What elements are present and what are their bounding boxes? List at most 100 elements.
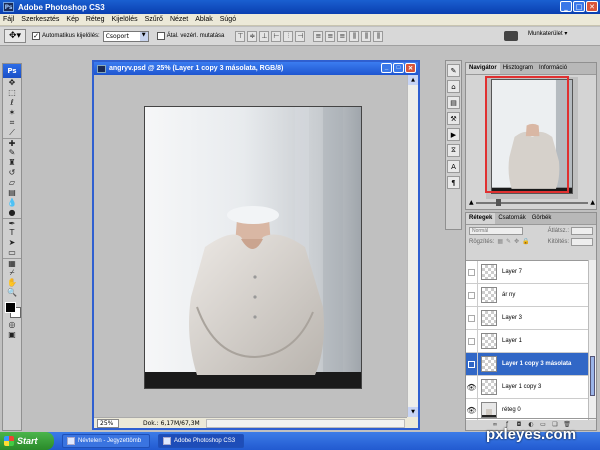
document-size-info[interactable]: Dok.: 6,17M/67,3M — [143, 420, 200, 427]
tab-curves[interactable]: Görbék — [529, 213, 555, 224]
zoom-in-icon[interactable]: ▲ — [590, 199, 595, 206]
align-top-icon[interactable]: ⊤ — [235, 30, 246, 42]
crop-tool-icon[interactable]: ⌗ — [3, 118, 21, 128]
layer-visibility-toggle[interactable] — [466, 283, 478, 307]
menu-select[interactable]: Kijelölés — [112, 16, 138, 23]
layer-row[interactable]: Layer 1 copy 3 másolata — [466, 352, 590, 376]
layer-visibility-toggle[interactable] — [466, 261, 478, 284]
layer-row[interactable]: Layer 3 — [466, 306, 590, 330]
layer-row[interactable]: 👁 Layer 1 copy 3 — [466, 375, 590, 399]
align-left-icon[interactable]: ⊢ — [271, 30, 282, 42]
tab-info[interactable]: Információ — [536, 63, 570, 74]
lasso-tool-icon[interactable]: ℓ — [3, 98, 21, 108]
menu-view[interactable]: Nézet — [170, 16, 188, 23]
zoom-level-field[interactable]: 25% — [97, 418, 119, 428]
move-tool-icon[interactable]: ✥ — [3, 78, 21, 88]
document-close-button[interactable]: ✕ — [405, 63, 416, 73]
layer-visibility-toggle[interactable]: 👁 — [466, 375, 478, 399]
actions-panel-icon[interactable]: ▶ — [447, 128, 460, 141]
history-panel-icon[interactable]: ⧖ — [447, 144, 460, 157]
tab-histogram[interactable]: Hisztogram — [500, 63, 536, 74]
navigator-preview[interactable] — [485, 76, 578, 199]
show-transform-checkbox[interactable] — [156, 32, 165, 40]
taskbar-item-photoshop[interactable]: Adobe Photoshop CS3 — [158, 434, 245, 448]
menu-edit[interactable]: Szerkesztés — [21, 16, 59, 23]
distribute-bottom-icon[interactable]: ≡ — [337, 30, 348, 42]
canvas-area[interactable] — [94, 75, 407, 417]
minimize-button[interactable]: _ — [560, 1, 572, 12]
eraser-tool-icon[interactable]: ▱ — [3, 178, 21, 188]
document-canvas-photo[interactable] — [144, 106, 362, 389]
paragraph-panel-icon[interactable]: ¶ — [447, 176, 460, 189]
pen-tool-icon[interactable]: ✒ — [3, 218, 21, 228]
tab-layers[interactable]: Rétegek — [466, 213, 496, 224]
layers-scrollbar-thumb[interactable] — [590, 356, 595, 396]
character-panel-icon[interactable]: A — [447, 160, 460, 173]
document-horizontal-scrollbar[interactable] — [205, 418, 405, 428]
auto-select-dropdown[interactable]: Csoport ▼ — [102, 30, 149, 42]
workspace-menu[interactable]: Munkaterület ▾ — [528, 30, 567, 37]
distribute-top-icon[interactable]: ≡ — [313, 30, 324, 42]
align-bottom-icon[interactable]: ⊥ — [259, 30, 270, 42]
document-minimize-button[interactable]: _ — [381, 63, 392, 73]
layer-row[interactable]: ár ny — [466, 283, 590, 307]
notes-tool-icon[interactable]: ▦ — [3, 258, 21, 268]
zoom-tool-icon[interactable]: 🔍 — [3, 288, 21, 298]
layer-visibility-toggle[interactable]: 👁 — [466, 398, 478, 420]
marquee-tool-icon[interactable]: ⬚ — [3, 88, 21, 98]
taskbar-item-notepad[interactable]: Névtelen - Jegyzettömb — [62, 434, 151, 448]
lock-position-icon[interactable]: ✥ — [514, 238, 519, 245]
navigator-view-box[interactable] — [485, 76, 569, 193]
lock-transparency-icon[interactable]: ▦ — [497, 238, 503, 245]
align-right-icon[interactable]: ⊣ — [295, 30, 306, 42]
magic-wand-tool-icon[interactable]: ✶ — [3, 108, 21, 118]
fill-field[interactable] — [571, 237, 593, 246]
layer-comps-panel-icon[interactable]: ▤ — [447, 96, 460, 109]
lock-all-icon[interactable]: 🔒 — [522, 238, 529, 245]
tool-presets-panel-icon[interactable]: ⌂ — [447, 80, 460, 93]
close-button[interactable]: ✕ — [586, 1, 598, 12]
menu-window[interactable]: Ablak — [195, 16, 213, 23]
distribute-hcenter-icon[interactable]: ⫼ — [361, 30, 372, 42]
clone-stamp-tool-icon[interactable]: ♜ — [3, 158, 21, 168]
quick-mask-icon[interactable]: ◎ — [3, 320, 21, 330]
blur-tool-icon[interactable]: 💧 — [3, 198, 21, 208]
hand-tool-icon[interactable]: ✋ — [3, 278, 21, 288]
align-vcenter-icon[interactable]: ≑ — [247, 30, 258, 42]
document-vertical-scrollbar[interactable]: ▲ ▼ — [407, 75, 418, 417]
distribute-right-icon[interactable]: ⫼ — [373, 30, 384, 42]
align-hcenter-icon[interactable]: ⫶ — [283, 30, 294, 42]
menu-image[interactable]: Kép — [66, 16, 78, 23]
layer-visibility-toggle[interactable] — [466, 329, 478, 353]
document-maximize-button[interactable]: □ — [393, 63, 404, 73]
brushes-panel-icon[interactable]: ✎ — [447, 64, 460, 77]
dodge-tool-icon[interactable]: ● — [3, 208, 21, 218]
slice-tool-icon[interactable]: ⟋ — [3, 128, 21, 138]
navigator-zoom-slider[interactable] — [475, 198, 589, 206]
tab-navigator[interactable]: Navigátor — [466, 63, 500, 74]
start-button[interactable]: Start — [0, 432, 54, 450]
shape-tool-icon[interactable]: ▭ — [3, 248, 21, 258]
menu-file[interactable]: Fájl — [3, 16, 14, 23]
navigator-zoom-slider-knob[interactable] — [495, 198, 501, 206]
layers-scrollbar[interactable] — [588, 260, 596, 420]
layer-row[interactable]: Layer 7 — [466, 261, 590, 284]
foreground-color-swatch[interactable] — [5, 302, 16, 313]
move-tool-preset-picker[interactable]: ✥▾ — [4, 29, 26, 43]
zoom-out-icon[interactable]: ▲ — [469, 199, 474, 206]
type-tool-icon[interactable]: T — [3, 228, 21, 238]
layer-visibility-toggle[interactable] — [466, 306, 478, 330]
history-brush-tool-icon[interactable]: ↺ — [3, 168, 21, 178]
layer-visibility-toggle[interactable] — [466, 352, 478, 376]
eyedropper-tool-icon[interactable]: ⌿ — [3, 268, 21, 278]
scroll-down-arrow-icon[interactable]: ▼ — [408, 407, 418, 417]
workspace-icon[interactable] — [504, 31, 518, 41]
opacity-field[interactable] — [571, 226, 593, 235]
screen-mode-icon[interactable]: ▣ — [3, 330, 21, 340]
auto-select-checkbox[interactable]: ✓ — [32, 32, 40, 40]
gradient-tool-icon[interactable]: ▤ — [3, 188, 21, 198]
scroll-up-arrow-icon[interactable]: ▲ — [408, 75, 418, 85]
clone-source-panel-icon[interactable]: ⚒ — [447, 112, 460, 125]
tab-channels[interactable]: Csatornák — [495, 213, 528, 224]
path-selection-tool-icon[interactable]: ➤ — [3, 238, 21, 248]
